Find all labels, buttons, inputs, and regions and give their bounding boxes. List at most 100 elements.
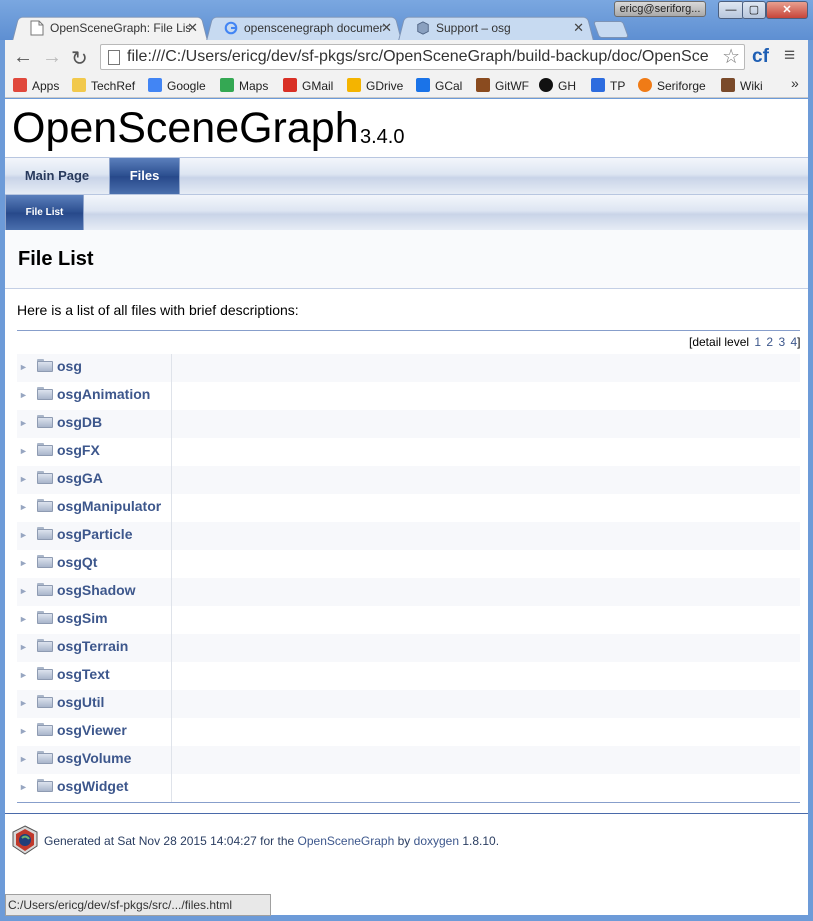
expand-arrow-icon[interactable]: ► [19,586,28,596]
folder-icon [37,723,53,736]
folder-icon [37,695,53,708]
expand-arrow-icon[interactable]: ► [19,362,28,372]
bookmark-gdrive[interactable]: GDrive [347,77,403,95]
folder-link[interactable]: osgManipulator [57,498,161,514]
folder-link[interactable]: osgFX [57,442,100,458]
bookmark-maps[interactable]: Maps [220,77,268,95]
expand-arrow-icon[interactable]: ► [19,558,28,568]
maps-icon [220,78,234,92]
bookmark-gh[interactable]: GH [539,77,576,95]
tab-main-page[interactable]: Main Page [5,158,109,194]
tab-close-icon[interactable]: ✕ [573,15,584,41]
bookmark-label: Seriforge [657,79,706,93]
folder-icon [37,611,53,624]
detail-level-3[interactable]: 3 [778,335,785,349]
folder-link[interactable]: osgWidget [57,778,128,794]
detail-level-suffix: ] [797,335,801,349]
column-divider [171,662,172,690]
reload-icon[interactable]: ↻ [71,46,88,71]
project-name: OpenSceneGraph [12,104,359,152]
expand-arrow-icon[interactable]: ► [19,614,28,624]
coldfusion-extension-icon[interactable]: cf [752,46,769,68]
bookmark-techref[interactable]: TechRef [72,77,135,95]
expand-arrow-icon[interactable]: ► [19,390,28,400]
bookmark-gcal[interactable]: GCal [416,77,462,95]
tab-close-icon[interactable]: ✕ [187,15,198,41]
expand-arrow-icon[interactable]: ► [19,474,28,484]
folder-link[interactable]: osgShadow [57,582,136,598]
folder-link[interactable]: osg [57,358,82,374]
bookmark-tp[interactable]: TP [591,77,625,95]
expand-arrow-icon[interactable]: ► [19,446,28,456]
folder-link[interactable]: osgText [57,666,110,682]
folder-link[interactable]: osgParticle [57,526,132,542]
tab-file-list[interactable]: File List [5,195,84,230]
expand-arrow-icon[interactable]: ► [19,782,28,792]
tab-file-list[interactable]: OpenSceneGraph: File List ✕ [12,15,208,41]
tab-openscenegraph-documentation[interactable]: openscenegraph documen ✕ [206,15,402,41]
expand-arrow-icon[interactable]: ► [19,642,28,652]
folder-link[interactable]: osgUtil [57,694,104,710]
project-link[interactable]: OpenSceneGraph [298,834,395,848]
sub-nav: File List [5,194,808,230]
folder-link[interactable]: osgViewer [57,722,127,738]
tab-files[interactable]: Files [109,158,180,194]
maximize-button[interactable]: ▢ [742,1,766,19]
doxygen-logo-icon [12,825,38,855]
tab-support-osg[interactable]: Support – osg ✕ [398,15,594,41]
apps-grid-icon [13,78,27,92]
folder-link[interactable]: osgVolume [57,750,131,766]
expand-arrow-icon[interactable]: ► [19,502,28,512]
folder-link[interactable]: osgAnimation [57,386,150,402]
tab-label: openscenegraph documen [244,21,384,35]
expand-arrow-icon[interactable]: ► [19,698,28,708]
browser-toolbar: ← → ↻ file:///C:/Users/ericg/dev/sf-pkgs… [5,40,808,73]
bookmarks-bar: Apps TechRef Google Maps GMail GDrive GC… [5,73,808,98]
detail-level-2[interactable]: 2 [766,335,773,349]
column-divider [171,746,172,774]
detail-level-selector: [detail level 1 2 3 4] [689,335,801,349]
column-divider [171,774,172,802]
expand-arrow-icon[interactable]: ► [19,530,28,540]
bookmark-label: Google [167,79,206,93]
new-tab-button[interactable] [592,21,630,38]
bookmark-apps[interactable]: Apps [13,77,59,95]
folder-icon [37,499,53,512]
bookmark-seriforge[interactable]: Seriforge [638,77,706,95]
gcal-icon [416,78,430,92]
profile-button[interactable]: ericg@seriforg... [614,1,706,17]
main-nav: Main Page Files [5,157,808,194]
file-tree-row: ► osgManipulator [17,494,800,522]
column-divider [171,382,172,410]
bookmark-wiki[interactable]: Wiki [721,77,763,95]
detail-level-1[interactable]: 1 [754,335,761,349]
bookmark-gitwf[interactable]: GitWF [476,77,529,95]
back-icon[interactable]: ← [13,46,33,69]
expand-arrow-icon[interactable]: ► [19,670,28,680]
folder-link[interactable]: osgGA [57,470,103,486]
file-tree-row: ► osgViewer [17,718,800,746]
close-window-button[interactable]: ✕ [766,1,808,19]
expand-arrow-icon[interactable]: ► [19,754,28,764]
folder-icon [37,779,53,792]
file-tree-row: ► osgVolume [17,746,800,774]
bookmark-google[interactable]: Google [148,77,206,95]
folder-link[interactable]: osgQt [57,554,97,570]
expand-arrow-icon[interactable]: ► [19,726,28,736]
folder-icon [37,527,53,540]
bookmark-gmail[interactable]: GMail [283,77,333,95]
column-divider [171,522,172,550]
forward-icon[interactable]: → [42,46,62,69]
doxygen-link[interactable]: doxygen [414,834,459,848]
bookmark-star-icon[interactable]: ☆ [722,45,740,69]
folder-link[interactable]: osgTerrain [57,638,128,654]
expand-arrow-icon[interactable]: ► [19,418,28,428]
address-bar[interactable]: file:///C:/Users/ericg/dev/sf-pkgs/src/O… [100,44,745,70]
tab-close-icon[interactable]: ✕ [381,15,392,41]
menu-icon[interactable]: ≡ [784,45,795,67]
bookmark-label: TP [610,79,626,93]
more-bookmarks-icon[interactable]: » [791,75,799,91]
folder-link[interactable]: osgDB [57,414,102,430]
minimize-button[interactable]: — [718,1,744,19]
folder-link[interactable]: osgSim [57,610,108,626]
